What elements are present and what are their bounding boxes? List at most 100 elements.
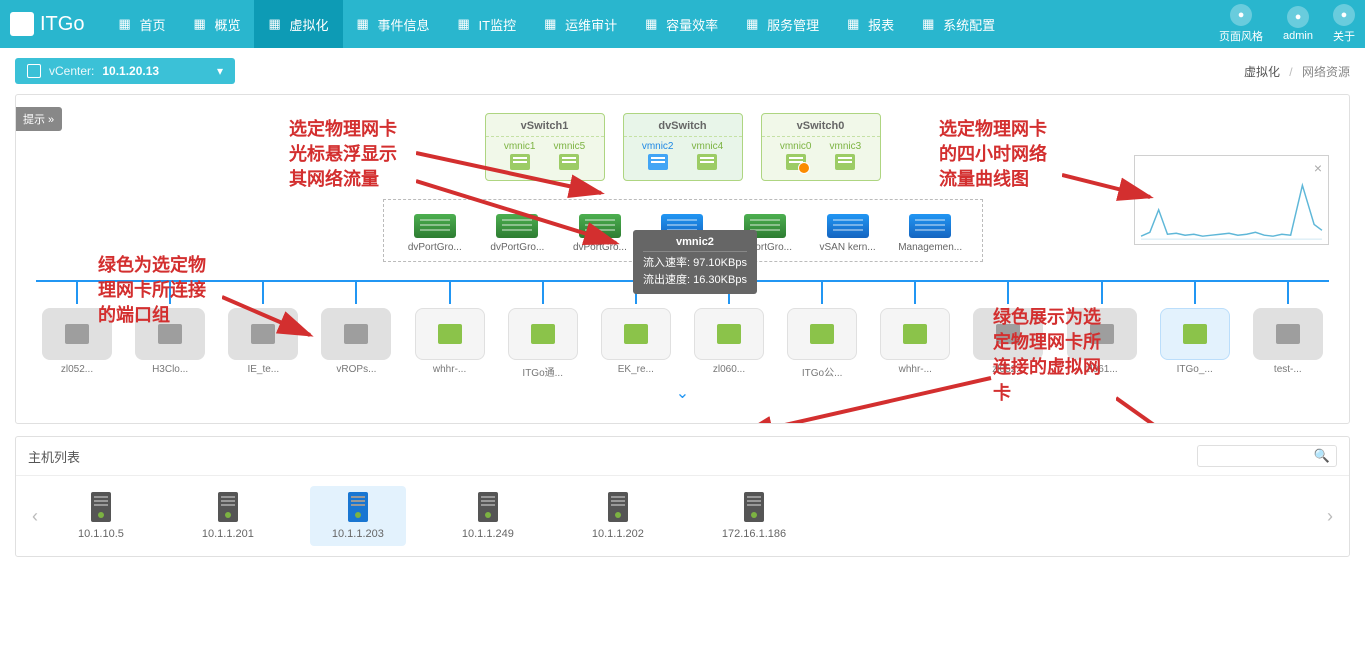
breadcrumb: 虚拟化 / 网络资源 — [1244, 63, 1350, 80]
vnic-icon — [531, 324, 555, 344]
expand-down-icon[interactable]: ⌄ — [16, 383, 1349, 403]
tip-tab[interactable]: 提示 » — [15, 107, 62, 131]
vnic-icon — [810, 324, 834, 344]
switch-icon — [909, 214, 951, 238]
vm-card — [42, 308, 112, 360]
nav-item-list[interactable]: ▦事件信息 — [343, 0, 444, 48]
navright-user[interactable]: ●admin — [1283, 6, 1313, 42]
vcenter-selector[interactable]: vCenter: 10.1.20.13 ▾ — [15, 58, 235, 84]
vm-item[interactable]: zl052... — [36, 308, 118, 379]
switch-icon — [579, 214, 621, 238]
traffic-chart-thumbnail[interactable]: × — [1134, 155, 1329, 245]
nav-item-monitor[interactable]: ▦虚拟化 — [254, 0, 342, 48]
search-icon: 🔍 — [1314, 448, 1330, 464]
portgroup-item[interactable]: vSAN kern... — [808, 214, 888, 253]
home-icon: ▦ — [118, 16, 134, 32]
vnic-icon — [996, 324, 1020, 344]
list-icon: ▦ — [357, 16, 373, 32]
nic-vmnic4[interactable]: vmnic4 — [692, 141, 724, 170]
vm-item[interactable]: whhr-... — [409, 308, 491, 379]
nic-tooltip: vmnic2 流入速率: 97.10KBps 流出速度: 16.30KBps — [633, 230, 757, 294]
vswitch-vSwitch0[interactable]: vSwitch0 vmnic0 vmnic3 — [761, 113, 881, 181]
navright-palette[interactable]: ●页面风格 — [1219, 4, 1263, 44]
portgroup-item[interactable]: dvPortGro... — [477, 214, 557, 253]
nav-item-grid[interactable]: ▦概览 — [179, 0, 254, 48]
crumb-b: 网络资源 — [1302, 65, 1350, 79]
vm-item[interactable]: ITGo通... — [502, 308, 584, 379]
help-icon: ● — [1333, 4, 1355, 26]
grid-icon: ▦ — [193, 16, 209, 32]
sub-bar: vCenter: 10.1.20.13 ▾ 虚拟化 / 网络资源 — [0, 48, 1365, 94]
vm-item[interactable]: test-... — [1247, 308, 1329, 379]
vswitch-vSwitch1[interactable]: vSwitch1 vmnic1 vmnic5 — [485, 113, 605, 181]
vm-item[interactable]: zl052... — [967, 308, 1049, 379]
host-item[interactable]: 10.1.1.203 — [310, 486, 406, 546]
nav-item-gears[interactable]: ▦服务管理 — [732, 0, 833, 48]
host-next-icon[interactable]: › — [1319, 506, 1341, 527]
portgroup-item[interactable]: Managemen... — [890, 214, 970, 253]
switch-icon — [414, 214, 456, 238]
nav-item-report[interactable]: ▦报表 — [833, 0, 908, 48]
nic-vmnic1[interactable]: vmnic1 — [504, 141, 536, 170]
vm-item[interactable]: zl060... — [688, 308, 770, 379]
vm-item[interactable]: whhr-... — [874, 308, 956, 379]
nav-item-home[interactable]: ▦首页 — [104, 0, 179, 48]
nic-vmnic2[interactable]: vmnic2 — [642, 141, 674, 170]
nav-item-chart[interactable]: ▦运维审计 — [530, 0, 631, 48]
vswitch-title: vSwitch0 — [762, 120, 880, 137]
cog-icon: ▦ — [922, 16, 938, 32]
vswitch-dvSwitch[interactable]: dvSwitchvmnic2vmnic4 — [623, 113, 743, 181]
nic-icon — [835, 154, 855, 170]
vm-card — [321, 308, 391, 360]
screen-icon: ▦ — [458, 16, 474, 32]
vm-item[interactable]: EK_re... — [595, 308, 677, 379]
nav-item-cog[interactable]: ▦系统配置 — [908, 0, 1009, 48]
nic-vmnic3[interactable]: vmnic3 — [830, 141, 862, 170]
crumb-a[interactable]: 虚拟化 — [1244, 65, 1280, 79]
vm-item[interactable]: vROPs... — [315, 308, 397, 379]
vm-card — [1253, 308, 1323, 360]
vm-item[interactable]: H3Clo... — [129, 308, 211, 379]
server-icon — [91, 492, 111, 522]
portgroup-item[interactable]: dvPortGro... — [395, 214, 475, 253]
vcenter-value: 10.1.20.13 — [102, 64, 159, 78]
navright-help[interactable]: ●关于 — [1333, 4, 1355, 44]
vm-card — [135, 308, 205, 360]
host-item[interactable]: 10.1.1.201 — [180, 486, 276, 546]
host-prev-icon[interactable]: ‹ — [24, 506, 46, 527]
logo-icon — [10, 12, 34, 36]
top-navbar: ITGo ▦首页▦概览▦虚拟化▦事件信息▦IT监控▦运维审计▦容量效率▦服务管理… — [0, 0, 1365, 48]
host-item[interactable]: 10.1.1.249 — [440, 486, 536, 546]
vnic-icon — [1276, 324, 1300, 344]
vm-card — [694, 308, 764, 360]
server-icon — [218, 492, 238, 522]
nav-item-db[interactable]: ▦容量效率 — [631, 0, 732, 48]
vm-item[interactable]: ITGo_... — [1154, 308, 1236, 379]
vm-card — [880, 308, 950, 360]
vm-item[interactable]: ITGo公... — [781, 308, 863, 379]
vm-card — [508, 308, 578, 360]
vnic-icon — [903, 324, 927, 344]
logo-text: ITGo — [40, 13, 84, 36]
server-icon — [608, 492, 628, 522]
nic-icon — [648, 154, 668, 170]
vnic-icon — [624, 324, 648, 344]
vnic-icon — [717, 324, 741, 344]
nic-vmnic5[interactable]: vmnic5 — [554, 141, 586, 170]
monitor-icon: ▦ — [268, 16, 284, 32]
vswitch-title: vSwitch1 — [486, 120, 604, 137]
host-search-input[interactable]: 🔍 — [1197, 445, 1337, 467]
logo[interactable]: ITGo — [10, 12, 84, 36]
host-item[interactable]: 10.1.10.5 — [56, 486, 146, 546]
vm-item[interactable]: zl061... — [1061, 308, 1143, 379]
vnic-icon — [1090, 324, 1114, 344]
network-topology-panel: 提示 » 选定物理网卡 光标悬浮显示 其网络流量 绿色为选定物 理网卡所连接 的… — [15, 94, 1350, 424]
switch-icon — [827, 214, 869, 238]
host-item[interactable]: 172.16.1.186 — [700, 486, 808, 546]
vm-item[interactable]: IE_te... — [222, 308, 304, 379]
nav-item-screen[interactable]: ▦IT监控 — [444, 0, 531, 48]
close-icon[interactable]: × — [1314, 160, 1322, 176]
nic-vmnic0[interactable]: vmnic0 — [780, 141, 812, 170]
host-item[interactable]: 10.1.1.202 — [570, 486, 666, 546]
portgroup-item[interactable]: dvPortGro... — [560, 214, 640, 253]
